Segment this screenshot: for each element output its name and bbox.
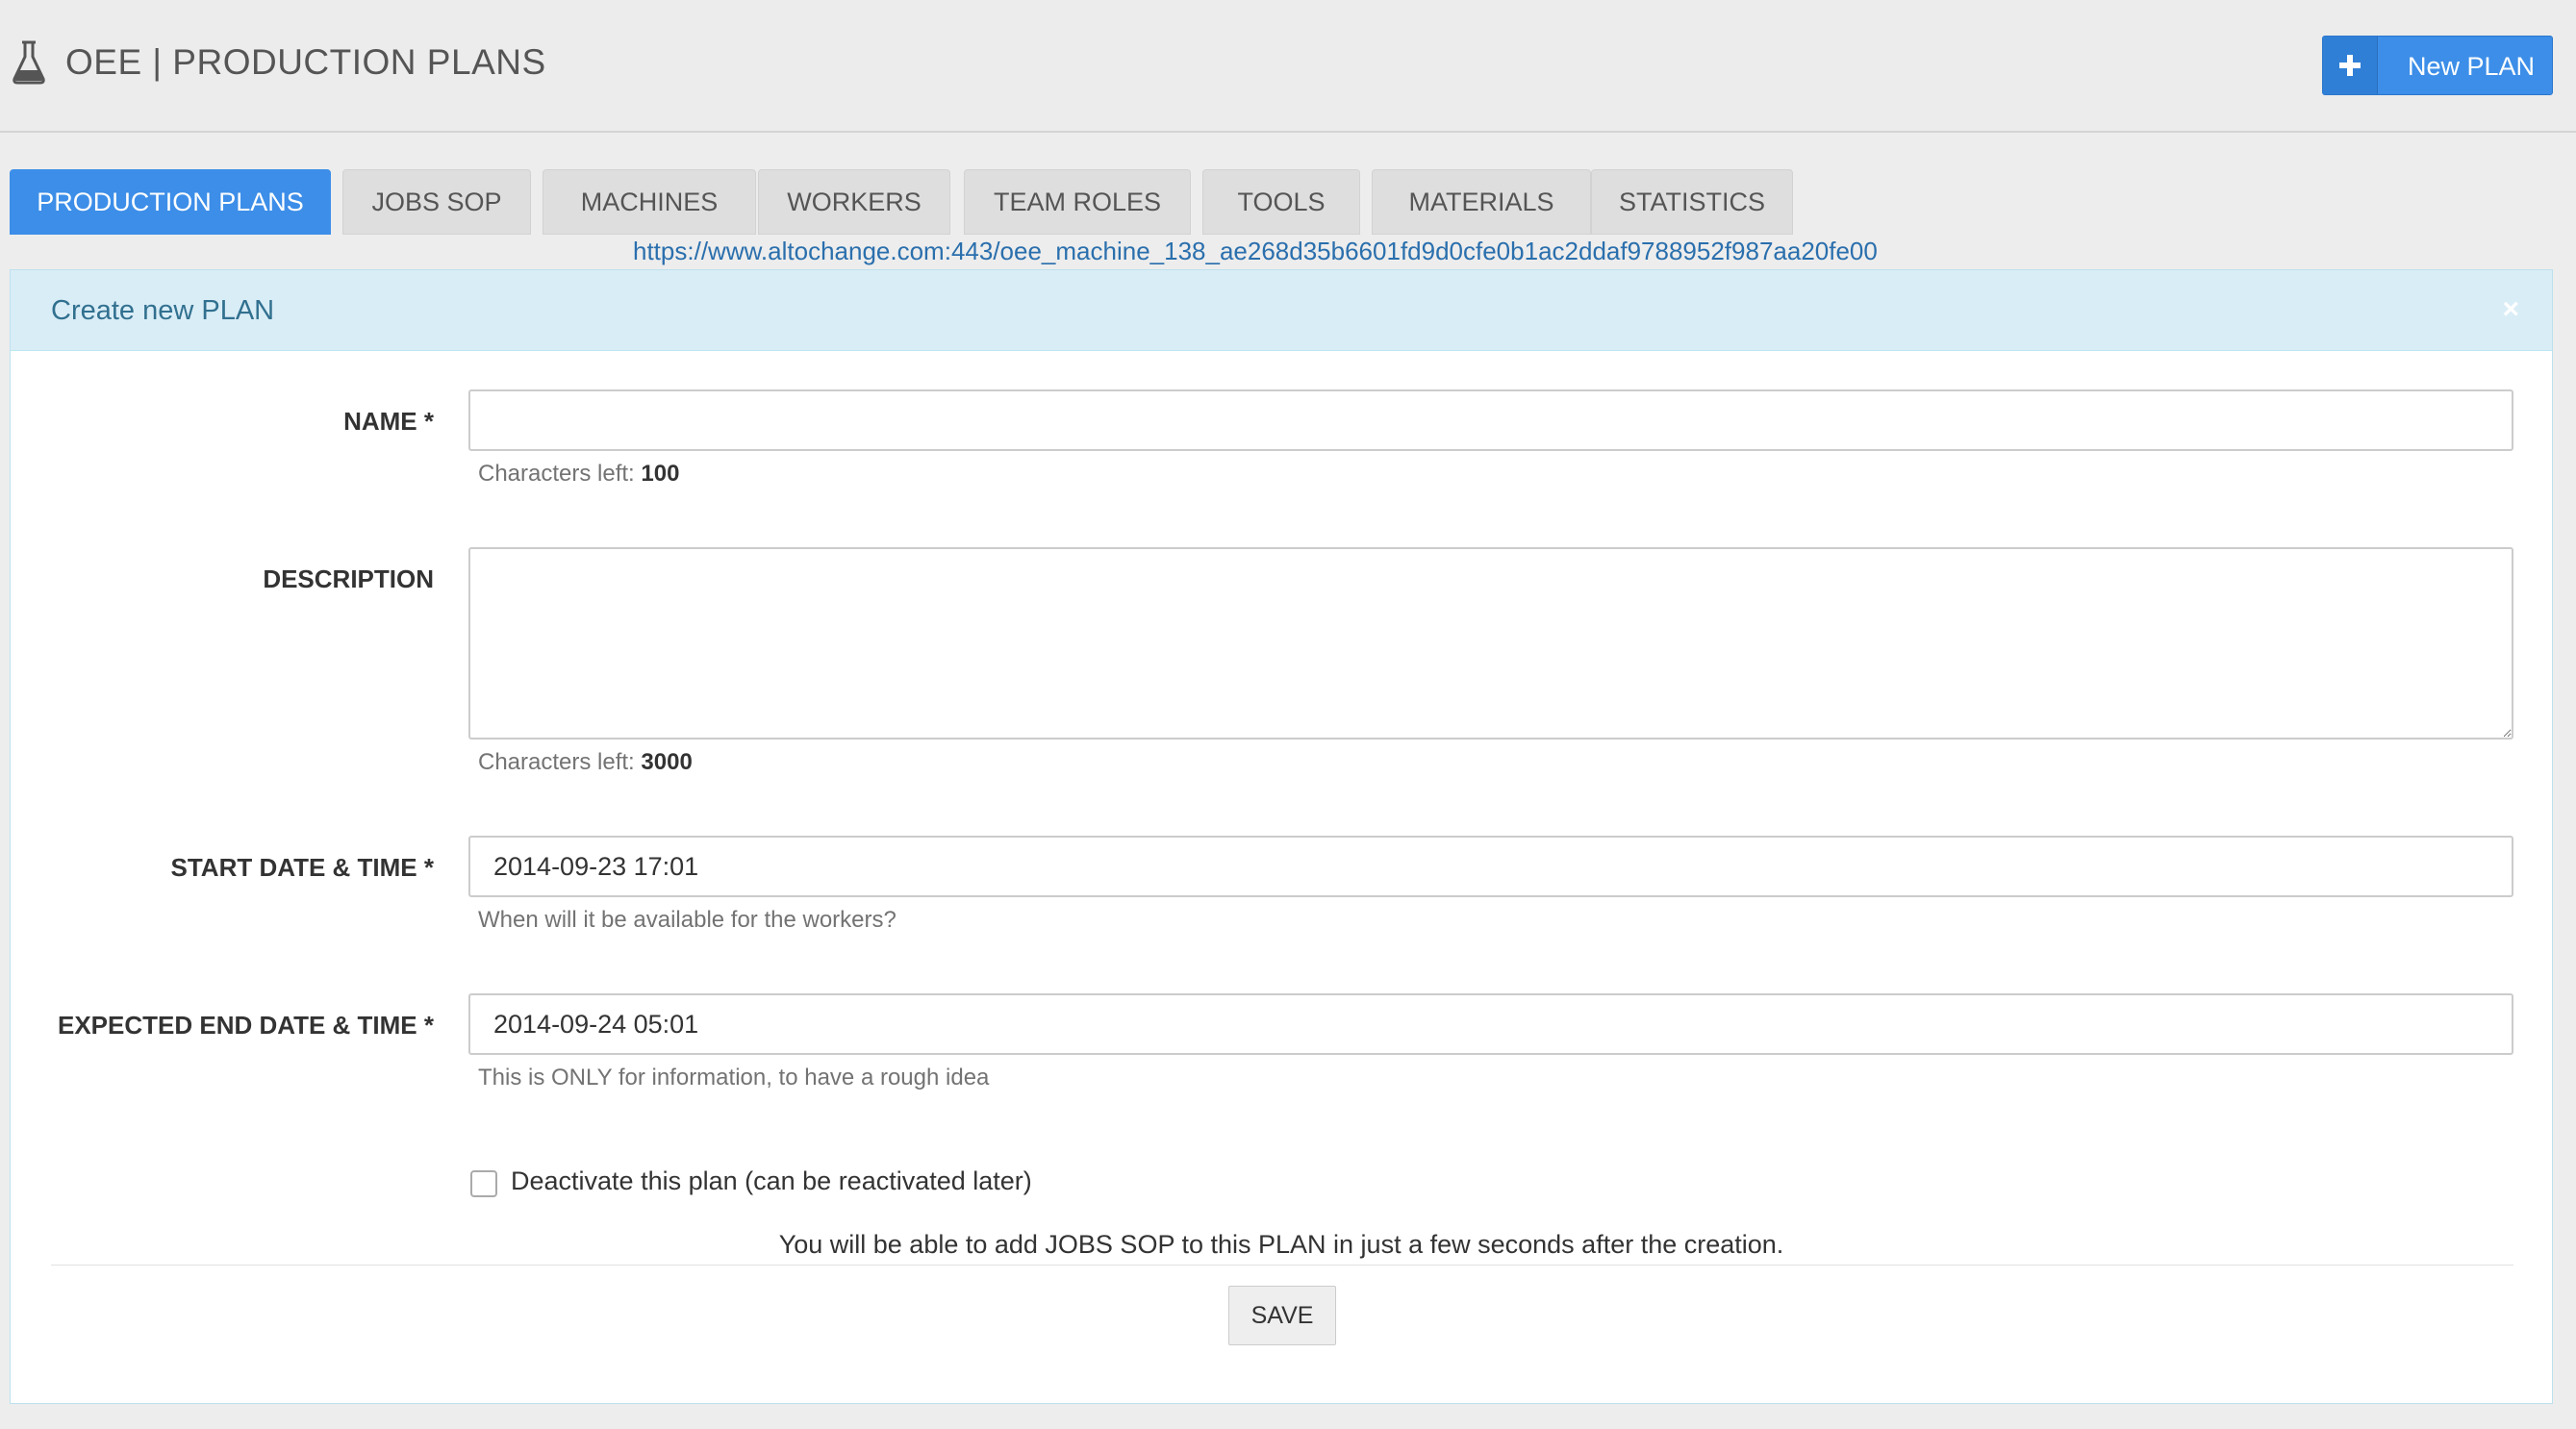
close-icon[interactable]: × — [2502, 293, 2519, 326]
tab-team-roles[interactable]: TEAM ROLES — [964, 169, 1191, 235]
page-title: OEE | PRODUCTION PLANS — [65, 42, 546, 82]
tab-tools[interactable]: TOOLS — [1202, 169, 1360, 235]
tab-machines[interactable]: MACHINES — [543, 169, 756, 235]
form-divider — [51, 1265, 2513, 1266]
tab-workers[interactable]: WORKERS — [758, 169, 950, 235]
deactivate-checkbox[interactable] — [470, 1170, 497, 1197]
description-label: DESCRIPTION — [263, 564, 434, 593]
tab-materials[interactable]: MATERIALS — [1372, 169, 1591, 235]
tab-production-plans[interactable]: PRODUCTION PLANS — [10, 169, 331, 235]
flask-icon — [12, 40, 46, 85]
description-textarea[interactable] — [468, 547, 2513, 740]
machine-url-link[interactable]: https://www.altochange.com:443/oee_machi… — [633, 237, 1878, 266]
panel-header: Create new PLAN × — [11, 270, 2552, 351]
panel-title: Create new PLAN — [51, 295, 275, 326]
name-chars-left: 100 — [641, 461, 680, 487]
new-plan-label: New PLAN — [2408, 52, 2536, 81]
save-button[interactable]: SAVE — [1228, 1286, 1336, 1345]
name-label: NAME * — [343, 407, 434, 436]
creation-notice: You will be able to add JOBS SOP to this… — [778, 1230, 1784, 1259]
new-plan-button[interactable]: New PLAN — [2322, 36, 2553, 95]
deactivate-label[interactable]: Deactivate this plan (can be reactivated… — [511, 1166, 1032, 1196]
end-date-help: This is ONLY for information, to have a … — [478, 1065, 990, 1091]
start-date-label: START DATE & TIME * — [170, 853, 434, 882]
tab-jobs-sop[interactable]: JOBS SOP — [342, 169, 531, 235]
create-plan-panel: Create new PLAN × NAME * Characters left… — [10, 269, 2553, 1404]
plus-icon — [2323, 37, 2378, 94]
name-input[interactable] — [468, 389, 2513, 451]
description-chars-left: 3000 — [641, 749, 693, 775]
app-header: OEE | PRODUCTION PLANS New PLAN — [0, 0, 2576, 133]
end-date-label: EXPECTED END DATE & TIME * — [57, 1011, 434, 1040]
tab-statistics[interactable]: STATISTICS — [1591, 169, 1793, 235]
name-help: Characters left: 100 — [478, 461, 680, 487]
start-date-input[interactable] — [468, 836, 2513, 897]
start-date-help: When will it be available for the worker… — [478, 907, 897, 933]
end-date-input[interactable] — [468, 993, 2513, 1055]
description-help: Characters left: 3000 — [478, 749, 693, 775]
